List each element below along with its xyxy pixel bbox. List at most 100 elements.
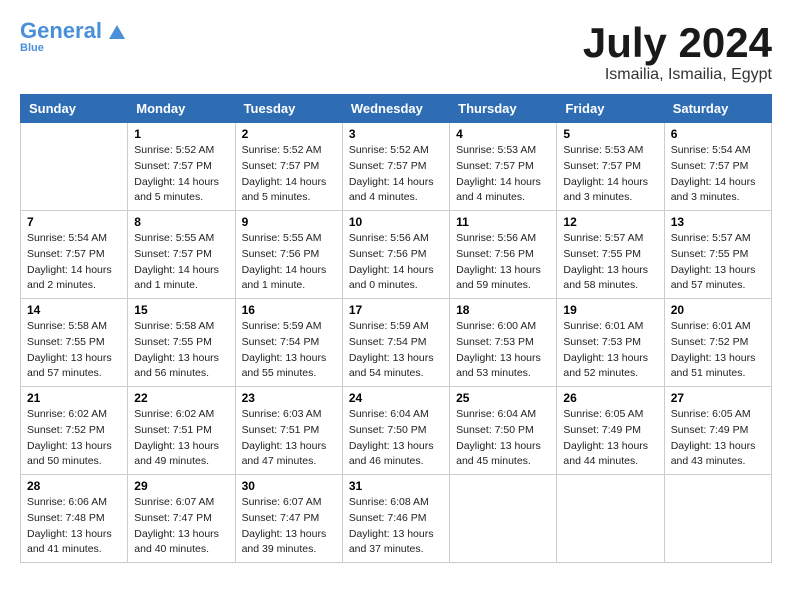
day-number: 20 <box>671 303 765 317</box>
day-number: 12 <box>563 215 657 229</box>
logo: General Blue <box>20 20 125 54</box>
calendar-cell <box>450 475 557 563</box>
day-number: 9 <box>242 215 336 229</box>
calendar-cell <box>21 123 128 211</box>
day-info: Sunrise: 6:04 AMSunset: 7:50 PMDaylight:… <box>349 407 443 470</box>
calendar-cell <box>557 475 664 563</box>
day-number: 8 <box>134 215 228 229</box>
calendar-header-row: SundayMondayTuesdayWednesdayThursdayFrid… <box>21 95 772 123</box>
location: Ismailia, Ismailia, Egypt <box>583 66 772 84</box>
day-number: 3 <box>349 127 443 141</box>
day-number: 25 <box>456 391 550 405</box>
weekday-header-sunday: Sunday <box>21 95 128 123</box>
day-info: Sunrise: 6:02 AMSunset: 7:51 PMDaylight:… <box>134 407 228 470</box>
calendar-cell: 10 Sunrise: 5:56 AMSunset: 7:56 PMDayligh… <box>342 211 449 299</box>
day-number: 7 <box>27 215 121 229</box>
day-info: Sunrise: 5:52 AMSunset: 7:57 PMDaylight:… <box>349 143 443 206</box>
calendar-cell: 6Sunrise: 5:54 AMSunset: 7:57 PMDaylight… <box>664 123 771 211</box>
day-number: 29 <box>134 479 228 493</box>
day-number: 10 <box>349 215 443 229</box>
day-number: 14 <box>27 303 121 317</box>
calendar-cell: 1 Sunrise: 5:52 AMSunset: 7:57 PMDaylight… <box>128 123 235 211</box>
calendar-cell: 16 Sunrise: 5:59 AMSunset: 7:54 PMDayligh… <box>235 299 342 387</box>
calendar-cell: 18 Sunrise: 6:00 AMSunset: 7:53 PMDayligh… <box>450 299 557 387</box>
calendar-cell: 22 Sunrise: 6:02 AMSunset: 7:51 PMDayligh… <box>128 387 235 475</box>
calendar-cell: 19 Sunrise: 6:01 AMSunset: 7:53 PMDayligh… <box>557 299 664 387</box>
day-info: Sunrise: 6:05 AMSunset: 7:49 PMDaylight:… <box>671 407 765 470</box>
logo-blue: Blue <box>20 42 44 54</box>
day-info: Sunrise: 6:01 AMSunset: 7:53 PMDaylight:… <box>563 319 657 382</box>
day-number: 27 <box>671 391 765 405</box>
day-info: Sunrise: 6:07 AMSunset: 7:47 PMDaylight:… <box>134 495 228 558</box>
day-number: 16 <box>242 303 336 317</box>
day-number: 21 <box>27 391 121 405</box>
day-number: 2 <box>242 127 336 141</box>
day-info: Sunrise: 5:57 AMSunset: 7:55 PMDaylight:… <box>563 231 657 294</box>
day-info: Sunrise: 6:08 AMSunset: 7:46 PMDaylight:… <box>349 495 443 558</box>
day-number: 22 <box>134 391 228 405</box>
calendar-cell: 12 Sunrise: 5:57 AMSunset: 7:55 PMDayligh… <box>557 211 664 299</box>
calendar-week-1: 7 Sunrise: 5:54 AMSunset: 7:57 PMDaylight… <box>21 211 772 299</box>
day-number: 5 <box>563 127 657 141</box>
calendar-cell: 28 Sunrise: 6:06 AMSunset: 7:48 PMDayligh… <box>21 475 128 563</box>
calendar-cell: 27 Sunrise: 6:05 AMSunset: 7:49 PMDayligh… <box>664 387 771 475</box>
calendar-cell: 26 Sunrise: 6:05 AMSunset: 7:49 PMDayligh… <box>557 387 664 475</box>
month-title: July 2024 <box>583 20 772 66</box>
weekday-header-wednesday: Wednesday <box>342 95 449 123</box>
day-info: Sunrise: 5:55 AMSunset: 7:57 PMDaylight:… <box>134 231 228 294</box>
day-info: Sunrise: 6:04 AMSunset: 7:50 PMDaylight:… <box>456 407 550 470</box>
day-info: Sunrise: 5:59 AMSunset: 7:54 PMDaylight:… <box>242 319 336 382</box>
logo-general: General <box>20 18 102 43</box>
calendar-cell: 13Sunrise: 5:57 AMSunset: 7:55 PMDayligh… <box>664 211 771 299</box>
calendar-cell: 25 Sunrise: 6:04 AMSunset: 7:50 PMDayligh… <box>450 387 557 475</box>
calendar-cell: 7 Sunrise: 5:54 AMSunset: 7:57 PMDaylight… <box>21 211 128 299</box>
calendar-week-0: 1 Sunrise: 5:52 AMSunset: 7:57 PMDaylight… <box>21 123 772 211</box>
day-info: Sunrise: 5:56 AMSunset: 7:56 PMDaylight:… <box>456 231 550 294</box>
calendar-cell <box>664 475 771 563</box>
day-number: 1 <box>134 127 228 141</box>
day-number: 24 <box>349 391 443 405</box>
day-info: Sunrise: 5:57 AMSunset: 7:55 PMDaylight:… <box>671 231 765 294</box>
day-info: Sunrise: 6:01 AMSunset: 7:52 PMDaylight:… <box>671 319 765 382</box>
calendar-cell: 9Sunrise: 5:55 AMSunset: 7:56 PMDaylight… <box>235 211 342 299</box>
day-info: Sunrise: 5:54 AMSunset: 7:57 PMDaylight:… <box>27 231 121 294</box>
calendar-cell: 15 Sunrise: 5:58 AMSunset: 7:55 PMDayligh… <box>128 299 235 387</box>
day-info: Sunrise: 6:03 AMSunset: 7:51 PMDaylight:… <box>242 407 336 470</box>
calendar-cell: 23 Sunrise: 6:03 AMSunset: 7:51 PMDayligh… <box>235 387 342 475</box>
logo-text: General <box>20 20 125 42</box>
day-info: Sunrise: 6:00 AMSunset: 7:53 PMDaylight:… <box>456 319 550 382</box>
day-info: Sunrise: 6:07 AMSunset: 7:47 PMDaylight:… <box>242 495 336 558</box>
calendar-cell: 31 Sunrise: 6:08 AMSunset: 7:46 PMDayligh… <box>342 475 449 563</box>
day-info: Sunrise: 6:02 AMSunset: 7:52 PMDaylight:… <box>27 407 121 470</box>
weekday-header-friday: Friday <box>557 95 664 123</box>
calendar-cell: 3 Sunrise: 5:52 AMSunset: 7:57 PMDaylight… <box>342 123 449 211</box>
weekday-header-thursday: Thursday <box>450 95 557 123</box>
weekday-header-saturday: Saturday <box>664 95 771 123</box>
calendar-cell: 11 Sunrise: 5:56 AMSunset: 7:56 PMDayligh… <box>450 211 557 299</box>
day-info: Sunrise: 5:58 AMSunset: 7:55 PMDaylight:… <box>134 319 228 382</box>
weekday-header-tuesday: Tuesday <box>235 95 342 123</box>
day-info: Sunrise: 5:58 AMSunset: 7:55 PMDaylight:… <box>27 319 121 382</box>
day-info: Sunrise: 5:53 AMSunset: 7:57 PMDaylight:… <box>456 143 550 206</box>
calendar-cell: 30Sunrise: 6:07 AMSunset: 7:47 PMDayligh… <box>235 475 342 563</box>
calendar-cell: 2Sunrise: 5:52 AMSunset: 7:57 PMDaylight… <box>235 123 342 211</box>
day-info: Sunrise: 5:56 AMSunset: 7:56 PMDaylight:… <box>349 231 443 294</box>
day-number: 28 <box>27 479 121 493</box>
calendar-table: SundayMondayTuesdayWednesdayThursdayFrid… <box>20 94 772 563</box>
day-number: 4 <box>456 127 550 141</box>
day-info: Sunrise: 6:05 AMSunset: 7:49 PMDaylight:… <box>563 407 657 470</box>
day-info: Sunrise: 6:06 AMSunset: 7:48 PMDaylight:… <box>27 495 121 558</box>
calendar-week-2: 14 Sunrise: 5:58 AMSunset: 7:55 PMDayligh… <box>21 299 772 387</box>
day-number: 17 <box>349 303 443 317</box>
calendar-cell: 5Sunrise: 5:53 AMSunset: 7:57 PMDaylight… <box>557 123 664 211</box>
calendar-week-4: 28 Sunrise: 6:06 AMSunset: 7:48 PMDayligh… <box>21 475 772 563</box>
day-number: 18 <box>456 303 550 317</box>
day-info: Sunrise: 5:52 AMSunset: 7:57 PMDaylight:… <box>134 143 228 206</box>
day-number: 19 <box>563 303 657 317</box>
day-number: 15 <box>134 303 228 317</box>
day-number: 26 <box>563 391 657 405</box>
day-number: 31 <box>349 479 443 493</box>
day-number: 23 <box>242 391 336 405</box>
calendar-cell: 29 Sunrise: 6:07 AMSunset: 7:47 PMDayligh… <box>128 475 235 563</box>
day-number: 11 <box>456 215 550 229</box>
